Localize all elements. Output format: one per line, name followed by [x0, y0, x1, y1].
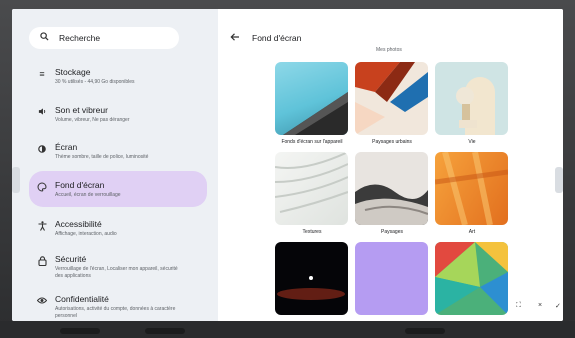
- sidebar-item-subtitle: Affichage, interaction, audio: [55, 231, 117, 237]
- speaker-grille: [60, 328, 100, 334]
- palette-icon: [29, 177, 55, 194]
- sidebar-item-subtitle: Thème sombre, taille de police, luminosi…: [55, 154, 149, 160]
- sidebar-item-accessibility[interactable]: Accessibilité Affichage, interaction, au…: [29, 216, 207, 238]
- storage-icon: ≡: [39, 69, 45, 79]
- sidebar-item-subtitle: Volume, vibreur, Ne pas déranger: [55, 117, 130, 123]
- confirm-icon[interactable]: ✓: [555, 302, 561, 310]
- search-label: Recherche: [59, 33, 101, 43]
- page-title: Fond d'écran: [252, 33, 302, 43]
- wallpaper-content: Fond d'écran Mes photos Fonds d'écran su…: [218, 9, 563, 321]
- settings-sidebar: Recherche ≡ Stockage 30 % utilisés - 44,…: [12, 9, 218, 321]
- wallpaper-tile-life[interactable]: [435, 62, 508, 135]
- section-label-clipped: Mes photos: [376, 47, 402, 53]
- tile-label: Paysages urbains: [372, 139, 412, 145]
- screen: Recherche ≡ Stockage 30 % utilisés - 44,…: [12, 9, 563, 321]
- privacy-icon: [29, 291, 55, 307]
- volume-icon: [29, 102, 55, 118]
- sidebar-item-title: Sécurité: [55, 254, 87, 264]
- tile-label: Paysages: [381, 229, 403, 235]
- sidebar-item-subtitle: Autorisations, activité du compte, donné…: [55, 306, 176, 319]
- lock-icon: [29, 251, 55, 268]
- sidebar-item-security[interactable]: Sécurité Verrouillage de l'écran, Locali…: [29, 251, 207, 279]
- wallpaper-tile-urban[interactable]: [355, 62, 428, 135]
- back-arrow-icon[interactable]: [230, 32, 240, 45]
- right-edge-handle[interactable]: [555, 167, 563, 193]
- accessibility-icon: [29, 216, 55, 233]
- sidebar-item-title: Son et vibreur: [55, 105, 108, 115]
- tile-label: Fonds d'écran sur l'appareil: [281, 139, 343, 145]
- expand-icon[interactable]: ⛶: [516, 302, 521, 310]
- sidebar-item-sound[interactable]: Son et vibreur Volume, vibreur, Ne pas d…: [29, 102, 207, 124]
- search-icon: [33, 32, 55, 44]
- sidebar-item-subtitle: Accueil, écran de verrouillage: [55, 192, 121, 198]
- sidebar-item-display[interactable]: Écran Thème sombre, taille de police, lu…: [29, 139, 207, 161]
- sidebar-item-wallpaper[interactable]: Fond d'écran Accueil, écran de verrouill…: [29, 171, 207, 207]
- speaker-grille: [145, 328, 185, 334]
- sidebar-item-title: Confidentialité: [55, 294, 109, 304]
- wallpaper-tile-landscapes[interactable]: [355, 152, 428, 225]
- brightness-icon: [29, 139, 55, 156]
- sidebar-item-title: Écran: [55, 142, 78, 152]
- wallpaper-tile-color[interactable]: [355, 242, 428, 315]
- wallpaper-tile-art[interactable]: [435, 152, 508, 225]
- tile-label: Vie: [468, 139, 476, 145]
- sidebar-item-title: Fond d'écran: [55, 180, 105, 190]
- wallpaper-tile-device[interactable]: [275, 62, 348, 135]
- sidebar-item-subtitle: 30 % utilisés - 44,90 Go disponibles: [55, 79, 135, 85]
- speaker-grille: [405, 328, 445, 334]
- search-bar[interactable]: Recherche: [29, 27, 179, 49]
- sidebar-item-storage[interactable]: ≡ Stockage 30 % utilisés - 44,90 Go disp…: [29, 64, 207, 86]
- tile-label: Art: [468, 229, 476, 235]
- sidebar-item-title: Accessibilité: [55, 219, 102, 229]
- left-edge-handle[interactable]: [12, 167, 20, 193]
- tile-label: Textures: [302, 229, 322, 235]
- sidebar-item-title: Stockage: [55, 67, 91, 77]
- wallpaper-tile-geometric[interactable]: [435, 242, 508, 315]
- close-icon[interactable]: ×: [538, 302, 542, 309]
- wallpaper-tile-space[interactable]: [275, 242, 348, 315]
- sidebar-item-subtitle: Verrouillage de l'écran, Localiser mon a…: [55, 266, 178, 279]
- sidebar-item-privacy[interactable]: Confidentialité Autorisations, activité …: [29, 291, 207, 319]
- wallpaper-tile-textures[interactable]: [275, 152, 348, 225]
